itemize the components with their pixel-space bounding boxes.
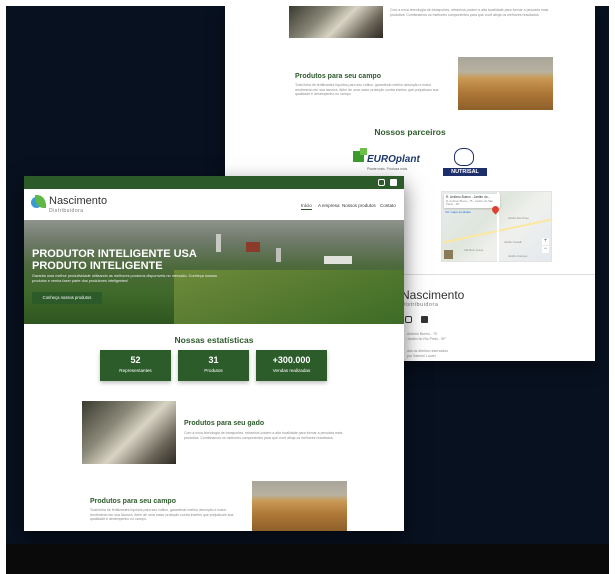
field-description: Toda linha de fertilizantes líquidos par… <box>90 508 234 522</box>
cattle-photo <box>289 6 383 38</box>
footer-developer: por Samuel Lourel <box>407 354 436 358</box>
field-description: Toda linha de fertilizantes líquidos par… <box>295 83 439 97</box>
top-social-bar <box>24 176 404 189</box>
stat-label: Produtos <box>204 368 223 373</box>
map-road-2 <box>497 192 499 263</box>
cattle-photo <box>82 401 176 464</box>
brand-sub: Distribuidora <box>49 208 84 214</box>
map-address: R. Antônio Bueno, 75 - Jardim do São Pau… <box>446 198 493 206</box>
map-info-card: R. Antônio Bueno - Jardim do... R. Antôn… <box>444 194 500 208</box>
footer-brand-sub: Distribuidora <box>401 302 439 308</box>
field-section-title: Produtos para seu campo <box>295 73 381 80</box>
map-label-4: Jardim Antunes <box>508 254 528 258</box>
wheat-field-photo <box>458 57 553 110</box>
cattle-description: Com a nova tecnologia de transportes, re… <box>184 431 343 440</box>
footer-address-2: Jardim do Rio Preto - SP <box>407 337 446 341</box>
europlant-tagline: Plante mais. Produza mais <box>367 167 408 171</box>
stat-label: Representantes <box>119 368 152 373</box>
logo-icon <box>31 195 46 212</box>
nav-inicio[interactable]: Início <box>301 203 312 210</box>
map-label-2: Jardim Canaã <box>504 240 522 244</box>
cattle-description: Com a nova tecnologia de transportes, re… <box>390 8 549 17</box>
hero-banner: PRODUTOR INTELIGENTE USA PRODUTO INTELIG… <box>24 220 404 324</box>
front-page-mockup: Nascimento Distribuidora Início A empres… <box>24 176 404 531</box>
nav-contato[interactable]: Contato <box>380 203 396 208</box>
hero-description: Garanta uma melhor produtividade utiliza… <box>32 274 217 283</box>
hero-barn <box>246 242 260 252</box>
nutrisal-name: NUTRISAL <box>443 168 487 176</box>
wheat-field-photo <box>252 481 347 531</box>
footer-brand: Nascimento <box>401 288 465 302</box>
field-section-title: Produtos para seu campo <box>90 498 176 505</box>
instagram-icon[interactable] <box>405 316 412 323</box>
hero-title-line1: PRODUTOR INTELIGENTE USA <box>32 248 197 260</box>
nav-empresa[interactable]: A empresa <box>318 203 340 208</box>
hero-cta-button[interactable]: Conheça nossos produtos <box>32 292 102 304</box>
map-label-3: Vila Bom Jesus <box>464 248 484 252</box>
footer-copyright: dos os direitos reservados <box>407 349 448 353</box>
cattle-section-title: Produtos para seu gado <box>184 420 265 427</box>
location-map[interactable]: R. Antônio Bueno - Jardim do... R. Antôn… <box>441 191 552 263</box>
europlant-logo: EUROplant Plante mais. Produza mais <box>353 148 433 176</box>
map-enlarge-link[interactable]: Ver mapa ampliado <box>445 210 471 215</box>
facebook-icon[interactable] <box>421 316 428 323</box>
map-zoom-out-button[interactable]: − <box>542 246 549 253</box>
stat-representatives: 52 Representantes <box>100 350 171 381</box>
partners-title: Nossos parceiros <box>374 127 446 137</box>
europlant-mark2-icon <box>360 148 367 155</box>
nutrisal-logo: NUTRISAL <box>443 148 487 178</box>
stat-value: 31 <box>208 355 219 365</box>
map-street-photo <box>444 250 453 259</box>
stat-value: +300.000 <box>272 355 311 365</box>
stat-sales: +300.000 Vendas realizadas <box>256 350 327 381</box>
map-zoom-in-button[interactable]: + <box>542 238 549 245</box>
stat-label: Vendas realizadas <box>272 368 311 373</box>
facebook-icon[interactable] <box>390 179 397 186</box>
brand-name[interactable]: Nascimento <box>49 195 107 207</box>
hero-roof <box>324 256 352 264</box>
cow-head-icon <box>454 148 474 166</box>
europlant-name: EUROplant <box>367 154 420 165</box>
showcase-background: Com a nova tecnologia de transportes, re… <box>6 6 609 544</box>
map-label-1: Jardim Rio Preto <box>508 216 529 220</box>
stat-value: 52 <box>130 355 141 365</box>
hero-title-line2: PRODUTO INTELIGENTE <box>32 260 163 272</box>
hero-silo-2 <box>276 248 281 262</box>
bottom-strip <box>6 544 609 574</box>
stats-title: Nossas estatísticas <box>174 335 254 345</box>
instagram-icon[interactable] <box>378 179 385 186</box>
footer-address-1: Antônio Bueno - 75 <box>407 332 437 336</box>
hero-silo <box>216 234 221 252</box>
stat-products: 31 Produtos <box>178 350 249 381</box>
nav-produtos[interactable]: Nossos produtos <box>342 203 376 208</box>
